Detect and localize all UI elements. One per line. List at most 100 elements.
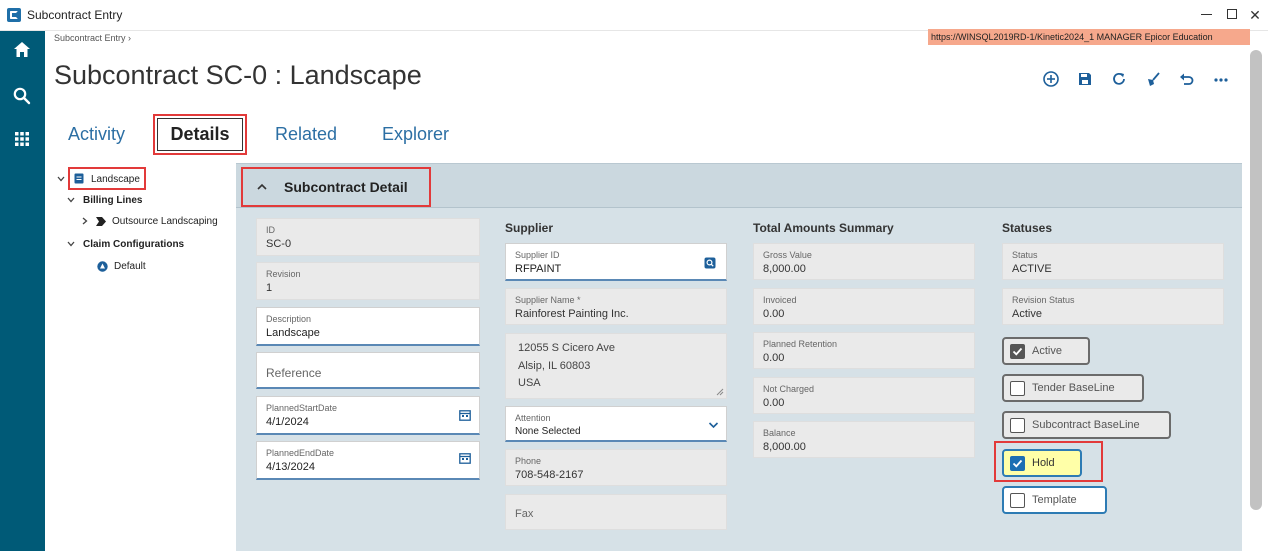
apps-grid-icon[interactable] [12, 129, 32, 149]
undo-icon[interactable] [1178, 70, 1196, 88]
not-charged-label: Not Charged [763, 384, 815, 394]
calendar-icon[interactable] [459, 409, 471, 421]
invoiced-label: Invoiced [763, 295, 797, 305]
revision-value: 1 [266, 282, 273, 294]
supplier-id-input[interactable]: Supplier ID RFPAINT [505, 243, 727, 281]
minimize-icon[interactable] [1201, 14, 1212, 15]
balance-value: 8,000.00 [763, 441, 806, 453]
tree-node-highlight [68, 167, 146, 190]
supplier-address-field: 12055 S Cicero Ave Alsip, IL 60803 USA [505, 333, 727, 399]
planned-retention-field: Planned Retention 0.00 [753, 332, 975, 369]
invoiced-value: 0.00 [763, 308, 785, 320]
window-title: Subcontract Entry [27, 8, 123, 22]
attention-value: None Selected [515, 426, 581, 437]
phone-value: 708-548-2167 [515, 469, 584, 481]
subcontract-baseline-checkbox[interactable]: Subcontract BaseLine [1002, 411, 1171, 439]
resize-handle-icon[interactable] [715, 387, 724, 396]
action-toolbar [1040, 70, 1240, 90]
hold-highlight [994, 441, 1103, 482]
app-logo-icon [7, 8, 21, 22]
attention-label: Attention [515, 413, 551, 423]
chevron-down-icon[interactable] [708, 421, 719, 429]
reference-input[interactable]: Reference [256, 352, 480, 389]
balance-label: Balance [763, 428, 796, 438]
page-title: Subcontract SC-0 : Landscape [54, 60, 422, 90]
address-line-3: USA [518, 377, 541, 389]
totals-heading: Total Amounts Summary [753, 221, 894, 235]
gross-value-label: Gross Value [763, 250, 812, 260]
address-line-2: Alsip, IL 60803 [518, 360, 591, 372]
planned-start-date-input[interactable]: PlannedStartDate 4/1/2024 [256, 396, 480, 435]
vertical-scrollbar[interactable] [1250, 50, 1262, 510]
calendar-icon[interactable] [459, 452, 471, 464]
lookup-search-icon[interactable] [704, 257, 716, 269]
tab-explorer[interactable]: Explorer [382, 124, 449, 145]
active-checkbox[interactable]: Active [1002, 337, 1090, 365]
supplier-name-value: Rainforest Painting Inc. [515, 308, 629, 320]
reference-label: Reference [266, 366, 322, 380]
window-titlebar: Subcontract Entry ✕ [0, 0, 1268, 31]
supplier-id-value: RFPAINT [515, 263, 562, 275]
gross-value-value: 8,000.00 [763, 263, 806, 275]
more-options-icon[interactable] [1212, 70, 1230, 88]
chevron-down-icon[interactable] [67, 240, 75, 248]
invoiced-field: Invoiced 0.00 [753, 288, 975, 325]
planned-end-value: 4/13/2024 [266, 461, 315, 473]
close-icon[interactable]: ✕ [1240, 4, 1268, 26]
breadcrumb[interactable]: Subcontract Entry › [54, 33, 131, 43]
home-icon[interactable] [12, 40, 32, 60]
environment-banner: https://WINSQL2019RD-1/Kinetic2024_1 MAN… [928, 29, 1250, 45]
fax-field: Fax [505, 494, 727, 530]
tree-node-billing-lines[interactable]: Billing Lines [83, 195, 142, 206]
id-value: SC-0 [266, 238, 292, 250]
config-badge-icon [97, 261, 108, 272]
revision-field: Revision 1 [256, 262, 480, 300]
id-field: ID SC-0 [256, 218, 480, 256]
phone-label: Phone [515, 456, 542, 466]
description-input[interactable]: Description Landscape [256, 307, 480, 346]
clear-brush-icon[interactable] [1144, 70, 1162, 88]
chevron-down-icon[interactable] [57, 175, 65, 183]
status-label: Status [1012, 250, 1038, 260]
checkbox-unchecked-icon [1010, 493, 1025, 508]
supplier-name-label: Supplier Name * [515, 295, 581, 305]
planned-retention-value: 0.00 [763, 352, 785, 364]
template-checkbox[interactable]: Template [1002, 486, 1107, 514]
tab-activity[interactable]: Activity [68, 124, 125, 145]
planned-end-label: PlannedEndDate [266, 448, 335, 458]
status-field: Status ACTIVE [1002, 243, 1224, 280]
tab-details[interactable]: Details [157, 118, 243, 151]
add-new-icon[interactable] [1042, 70, 1060, 88]
tree-node-claim-configurations[interactable]: Claim Configurations [83, 239, 184, 250]
planned-retention-label: Planned Retention [763, 339, 838, 349]
supplier-heading: Supplier [505, 221, 554, 235]
subcontract-baseline-label: Subcontract BaseLine [1032, 419, 1140, 431]
attention-select[interactable]: Attention None Selected [505, 406, 727, 442]
not-charged-field: Not Charged 0.00 [753, 377, 975, 414]
supplier-name-field: Supplier Name * Rainforest Painting Inc. [505, 288, 727, 325]
planned-start-label: PlannedStartDate [266, 403, 338, 413]
description-value: Landscape [266, 327, 320, 339]
template-label: Template [1032, 494, 1077, 506]
gross-value-field: Gross Value 8,000.00 [753, 243, 975, 280]
supplier-id-label: Supplier ID [515, 250, 560, 260]
active-label: Active [1032, 345, 1062, 357]
search-icon[interactable] [12, 86, 32, 106]
refresh-icon[interactable] [1110, 70, 1128, 88]
chevron-right-icon[interactable] [81, 217, 89, 225]
tree-node-outsource-landscaping[interactable]: Outsource Landscaping [112, 216, 218, 227]
chevron-down-icon[interactable] [67, 196, 75, 204]
save-icon[interactable] [1076, 70, 1094, 88]
id-label: ID [266, 225, 275, 235]
panel-header-highlight [241, 167, 431, 207]
tree-node-default[interactable]: Default [114, 261, 146, 272]
maximize-icon[interactable] [1227, 9, 1237, 19]
status-value: ACTIVE [1012, 263, 1052, 275]
tab-related[interactable]: Related [275, 124, 337, 145]
tender-baseline-label: Tender BaseLine [1032, 382, 1115, 394]
revision-status-label: Revision Status [1012, 295, 1075, 305]
balance-field: Balance 8,000.00 [753, 421, 975, 458]
address-line-1: 12055 S Cicero Ave [518, 342, 616, 354]
tender-baseline-checkbox[interactable]: Tender BaseLine [1002, 374, 1144, 402]
planned-end-date-input[interactable]: PlannedEndDate 4/13/2024 [256, 441, 480, 480]
